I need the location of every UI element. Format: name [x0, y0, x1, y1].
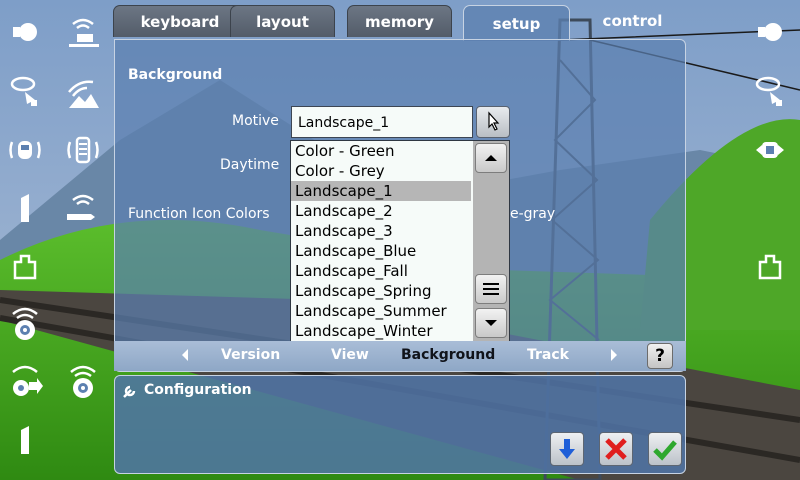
subtab-background[interactable]: Background — [401, 347, 495, 363]
radiation-arrow-icon[interactable] — [5, 362, 45, 402]
light-icon[interactable] — [5, 12, 45, 52]
dropdown-option[interactable]: Landscape_Fall — [291, 261, 471, 281]
scroll-thumb[interactable] — [475, 274, 507, 304]
dropdown-option[interactable]: Landscape_Spring — [291, 281, 471, 301]
configuration-title: Configuration — [144, 382, 252, 398]
motive-dropdown-button[interactable] — [476, 106, 510, 138]
grip-icon — [483, 283, 499, 295]
track-sensor-icon[interactable] — [5, 420, 45, 460]
chevron-down-icon — [485, 320, 497, 326]
subtab-version[interactable]: Version — [221, 347, 280, 363]
checkmark-icon — [653, 440, 677, 461]
car-arrows-icon[interactable] — [750, 130, 790, 170]
track-sensor-icon[interactable] — [5, 188, 45, 228]
chevron-up-icon — [485, 155, 497, 161]
wifi-decoder-icon[interactable] — [63, 12, 103, 52]
subtab-track[interactable]: Track — [527, 347, 569, 363]
signal-tower-icon[interactable] — [63, 130, 103, 170]
subtab-bar — [114, 341, 686, 371]
weight-icon[interactable] — [5, 246, 45, 286]
motive-select[interactable]: Landscape_1 — [291, 106, 473, 138]
wifi-target-icon[interactable] — [5, 304, 45, 344]
cursor-icon — [488, 111, 500, 131]
wrench-icon — [123, 385, 136, 398]
confirm-button[interactable] — [648, 432, 682, 466]
wifi-arrow-icon[interactable] — [63, 188, 103, 228]
help-button[interactable]: ? — [647, 343, 673, 369]
download-button[interactable] — [550, 432, 584, 466]
subtab-next-button[interactable] — [608, 347, 620, 367]
chevron-right-icon — [611, 349, 617, 361]
motive-label: Motive — [232, 113, 279, 129]
dropdown-option[interactable]: Landscape_Blue — [291, 241, 471, 261]
dropdown-option[interactable]: Color - Green — [291, 141, 471, 161]
wifi-mountain-icon[interactable] — [63, 72, 103, 112]
signal-train-icon[interactable] — [5, 130, 45, 170]
daytime-label: Daytime — [220, 157, 280, 173]
light-icon[interactable] — [750, 12, 790, 52]
down-arrow-icon — [559, 439, 575, 459]
scroll-down-button[interactable] — [475, 308, 507, 338]
dropdown-option[interactable]: Landscape_Winter — [291, 321, 471, 341]
loco-horn-icon[interactable] — [750, 72, 790, 112]
dropdown-option[interactable]: Landscape_Summer — [291, 301, 471, 321]
cancel-button[interactable] — [599, 432, 633, 466]
weight-icon[interactable] — [750, 246, 790, 286]
loco-horn-icon[interactable] — [5, 72, 45, 112]
subtab-prev-button[interactable] — [179, 347, 191, 367]
dropdown-option[interactable]: Color - Grey — [291, 161, 471, 181]
tab-keyboard[interactable]: keyboard — [113, 5, 247, 37]
scroll-up-button[interactable] — [475, 143, 507, 173]
subtab-view[interactable]: View — [331, 347, 369, 363]
dropdown-option[interactable]: Landscape_3 — [291, 221, 471, 241]
close-icon — [605, 438, 627, 460]
chevron-left-icon — [182, 349, 188, 361]
dropdown-option[interactable]: Landscape_2 — [291, 201, 471, 221]
tab-memory[interactable]: memory — [347, 5, 452, 37]
tab-layout[interactable]: layout — [230, 5, 335, 37]
function-icon-colors-label: Function Icon Colors — [128, 206, 270, 222]
tab-setup[interactable]: setup — [463, 5, 570, 41]
wifi-target-icon[interactable] — [63, 362, 103, 402]
section-title: Background — [128, 67, 223, 83]
dropdown-option[interactable]: Landscape_1 — [291, 181, 471, 201]
function-icon-colors-value: e-gray — [510, 206, 556, 222]
tab-control[interactable]: control — [580, 5, 685, 37]
